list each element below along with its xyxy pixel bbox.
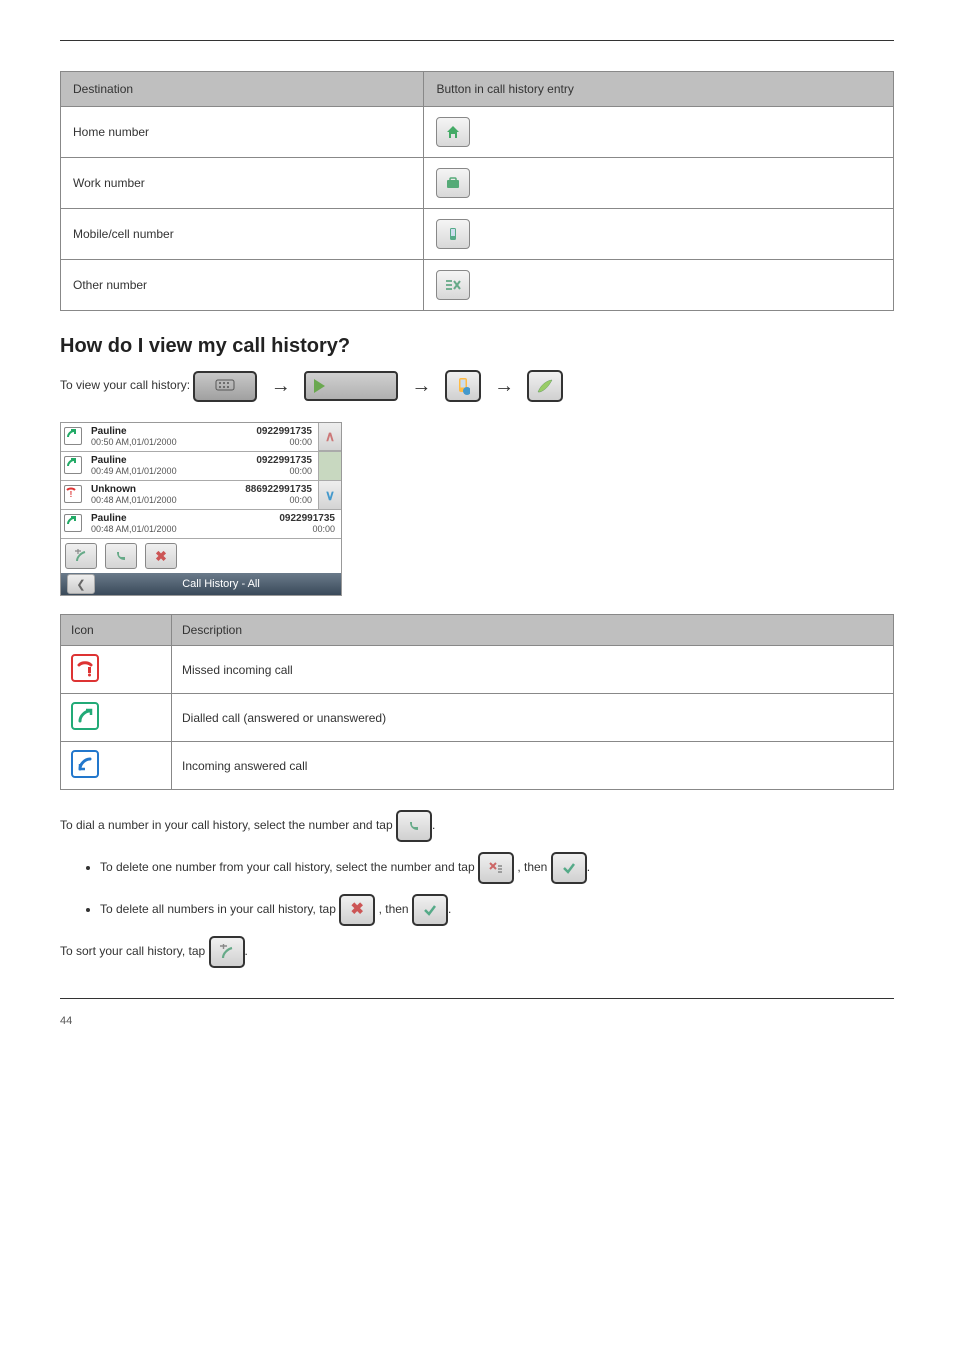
delete-one-icon[interactable] bbox=[478, 852, 514, 884]
row-other-label: Other number bbox=[61, 260, 424, 311]
home-icon[interactable] bbox=[436, 117, 470, 147]
outgoing-call-icon bbox=[64, 427, 82, 445]
call-history-toolbar: ✖ bbox=[61, 538, 341, 573]
missed-call-icon: ! bbox=[64, 485, 82, 503]
menu-key-icon[interactable] bbox=[193, 371, 257, 402]
mobile-info-icon[interactable] bbox=[445, 370, 481, 402]
delete-button[interactable]: ✖ bbox=[145, 543, 177, 569]
list-x-icon[interactable] bbox=[436, 270, 470, 300]
mobile-icon[interactable] bbox=[436, 219, 470, 249]
call-history-panel: Pauline00:50 AM,01/01/2000 092299173500:… bbox=[60, 422, 342, 596]
arrow-icon: → bbox=[411, 375, 431, 397]
scrollbar-track[interactable] bbox=[319, 452, 341, 480]
col-destination: Destination bbox=[61, 72, 424, 107]
feather-icon[interactable] bbox=[527, 370, 563, 402]
sort-calls-button[interactable] bbox=[65, 543, 97, 569]
incoming-call-icon bbox=[71, 750, 99, 778]
delete-all-item: To delete all numbers in your call histo… bbox=[100, 894, 894, 926]
delete-instructions: To delete one number from your call hist… bbox=[100, 852, 894, 926]
arrow-icon: → bbox=[494, 375, 514, 397]
scroll-right-button[interactable] bbox=[304, 371, 398, 401]
row-other-btn bbox=[424, 260, 894, 311]
row-mobile-label: Mobile/cell number bbox=[61, 209, 424, 260]
nav-path: To view your call history: → → → bbox=[60, 366, 894, 422]
dial-instruction: To dial a number in your call history, s… bbox=[60, 810, 894, 842]
back-button[interactable]: ❮ bbox=[67, 574, 95, 594]
row-mobile-btn bbox=[424, 209, 894, 260]
call-row[interactable]: Pauline00:49 AM,01/01/2000 092299173500:… bbox=[61, 452, 319, 480]
arrow-icon: → bbox=[271, 375, 291, 397]
col-icon: Icon bbox=[61, 615, 172, 646]
page-footer: 44 bbox=[60, 1009, 894, 1027]
delete-one-item: To delete one number from your call hist… bbox=[100, 852, 894, 884]
scroll-up-button[interactable]: ∧ bbox=[319, 423, 341, 451]
svg-text:!: ! bbox=[70, 490, 73, 498]
section-heading: How do I view my call history? bbox=[60, 335, 894, 358]
row-home-btn bbox=[424, 107, 894, 158]
call-row[interactable]: ! Unknown00:48 AM,01/01/2000 88692299173… bbox=[61, 481, 319, 509]
row-home-label: Home number bbox=[61, 107, 424, 158]
outgoing-call-icon bbox=[64, 456, 82, 474]
confirm-yes-icon[interactable] bbox=[412, 894, 448, 926]
sort-instruction: To sort your call history, tap . bbox=[60, 936, 894, 968]
icon-legend-table: Icon Description Missed incoming call Di… bbox=[60, 614, 894, 790]
scroll-down-button[interactable]: ∨ bbox=[319, 481, 341, 509]
desc-dialled: Dialled call (answered or unanswered) bbox=[172, 694, 894, 742]
outgoing-call-icon bbox=[64, 514, 82, 532]
briefcase-icon[interactable] bbox=[436, 168, 470, 198]
dial-button[interactable] bbox=[105, 543, 137, 569]
confirm-yes-icon[interactable] bbox=[551, 852, 587, 884]
desc-missed: Missed incoming call bbox=[172, 646, 894, 694]
missed-call-icon bbox=[71, 654, 99, 682]
sort-calls-icon[interactable] bbox=[209, 936, 245, 968]
call-history-footer: ❮ Call History - All bbox=[61, 573, 341, 595]
dialled-call-icon bbox=[71, 702, 99, 730]
row-work-label: Work number bbox=[61, 158, 424, 209]
col-desc: Description bbox=[172, 615, 894, 646]
col-button: Button in call history entry bbox=[424, 72, 894, 107]
call-row[interactable]: Pauline00:48 AM,01/01/2000 092299173500:… bbox=[61, 510, 341, 538]
row-work-btn bbox=[424, 158, 894, 209]
dial-button-icon[interactable] bbox=[396, 810, 432, 842]
call-row[interactable]: Pauline00:50 AM,01/01/2000 092299173500:… bbox=[61, 423, 319, 451]
delete-all-icon[interactable]: ✖ bbox=[339, 894, 375, 926]
desc-incoming: Incoming answered call bbox=[172, 742, 894, 790]
destination-table: Destination Button in call history entry… bbox=[60, 71, 894, 311]
